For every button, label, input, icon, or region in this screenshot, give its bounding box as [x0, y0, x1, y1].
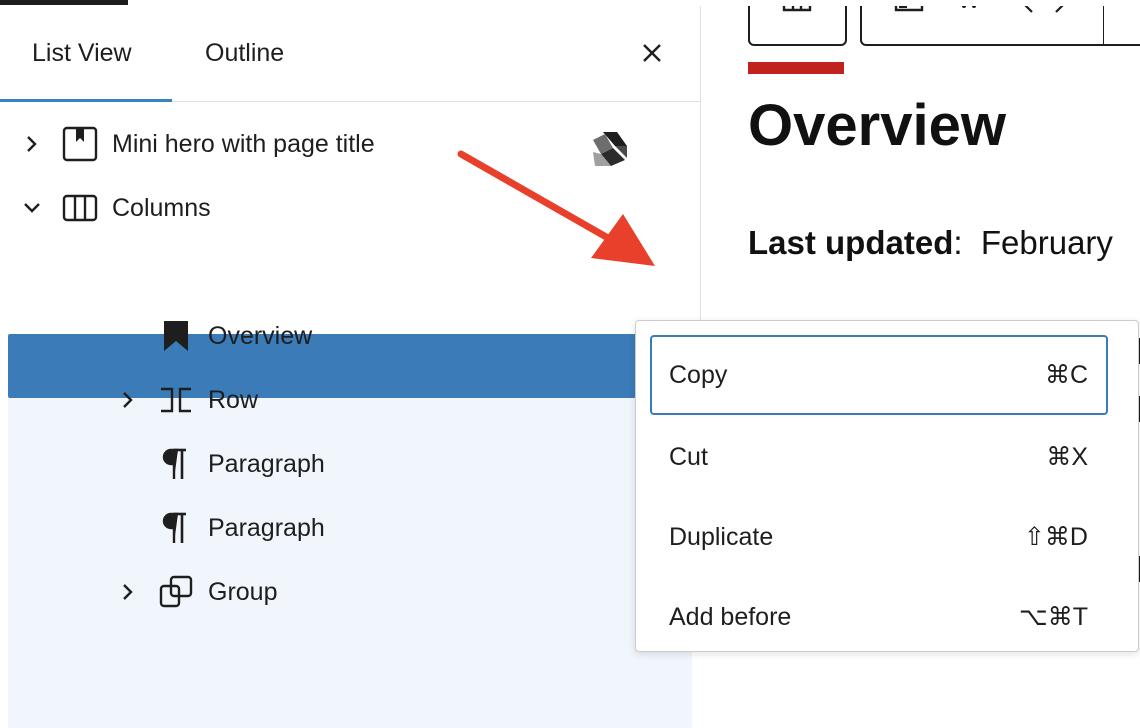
- drag-handle-icon[interactable]: [958, 6, 980, 16]
- chevron-down-icon[interactable]: [68, 260, 92, 284]
- last-updated-line[interactable]: Last updated: February: [748, 224, 1113, 262]
- menu-item-copy[interactable]: Copy ⌘C: [650, 335, 1108, 415]
- column-icon: [110, 258, 146, 286]
- tree-item-label: Overview: [208, 322, 313, 350]
- block-options-menu: Copy ⌘C Cut ⌘X Duplicate ⇧⌘D Add before …: [635, 320, 1139, 652]
- menu-item-shortcut: ⌥⌘T: [1018, 603, 1088, 631]
- row-icon: [161, 387, 191, 413]
- block-toolbar-group[interactable]: [748, 6, 847, 46]
- bookmark-block-icon: [62, 126, 98, 162]
- move-arrows-icon[interactable]: [1022, 6, 1066, 14]
- paragraph-icon: [162, 512, 186, 543]
- tree-item-paragraph[interactable]: Paragraph: [0, 496, 700, 560]
- sidebar-tabs: List View Outline: [0, 6, 700, 102]
- tree-item-group[interactable]: Group: [0, 560, 700, 624]
- active-tab-indicator: [0, 99, 172, 102]
- block-type-icon: [782, 6, 812, 12]
- menu-item-label: Cut: [669, 443, 708, 471]
- tree-item-label: Paragraph: [208, 450, 325, 478]
- chevron-right-icon[interactable]: [116, 580, 140, 604]
- tree-item-label: Columns: [112, 194, 211, 222]
- paragraph-icon: [162, 448, 186, 479]
- last-updated-value: February: [980, 224, 1113, 261]
- bookmark-icon: [164, 321, 188, 351]
- tree-item-row[interactable]: Row: [0, 368, 700, 432]
- tree-item-label: Paragraph: [208, 514, 325, 542]
- tree-item-paragraph[interactable]: Paragraph: [0, 432, 700, 496]
- tree-item-label: Group: [208, 578, 278, 606]
- tree-item-label: Row: [208, 386, 259, 414]
- menu-item-label: Copy: [669, 361, 728, 389]
- chevron-right-icon[interactable]: [116, 388, 140, 412]
- menu-item-duplicate[interactable]: Duplicate ⇧⌘D: [650, 497, 1108, 577]
- columns-icon: [62, 194, 98, 222]
- tab-list-view[interactable]: List View: [32, 6, 132, 101]
- page-heading[interactable]: Overview: [748, 92, 1006, 159]
- close-sidebar-button[interactable]: [632, 33, 672, 73]
- tree-item-label: Mini hero with page title: [112, 130, 375, 158]
- menu-item-shortcut: ⌘X: [1046, 443, 1088, 471]
- heading-accent-bar: [748, 62, 844, 74]
- close-icon: [643, 44, 661, 62]
- menu-item-shortcut: ⌘C: [1044, 361, 1088, 389]
- menu-item-label: Add before: [669, 603, 792, 631]
- last-updated-label: Last updated: [748, 224, 954, 261]
- tree-item-overview[interactable]: Overview: [0, 304, 700, 368]
- tree-item-label: Column: [160, 258, 247, 286]
- toolbar-separator: [1103, 6, 1104, 44]
- block-type-icon: [894, 6, 924, 12]
- menu-item-shortcut: ⇧⌘D: [1023, 523, 1088, 551]
- toolbar-dark-segment: [0, 0, 128, 5]
- block-toolbar-actions[interactable]: [860, 6, 1140, 46]
- menu-item-label: Duplicate: [669, 523, 774, 551]
- menu-item-add-before[interactable]: Add before ⌥⌘T: [650, 577, 1108, 657]
- list-view-sidebar: List View Outline Mini hero with page ti…: [0, 6, 701, 728]
- group-icon: [159, 575, 193, 608]
- menu-item-cut[interactable]: Cut ⌘X: [650, 417, 1108, 497]
- last-updated-separator: :: [953, 224, 963, 261]
- chevron-right-icon[interactable]: [20, 132, 44, 156]
- chevron-down-icon[interactable]: [20, 196, 44, 220]
- annotation-arrow-icon: [457, 150, 655, 266]
- tab-outline[interactable]: Outline: [205, 6, 284, 101]
